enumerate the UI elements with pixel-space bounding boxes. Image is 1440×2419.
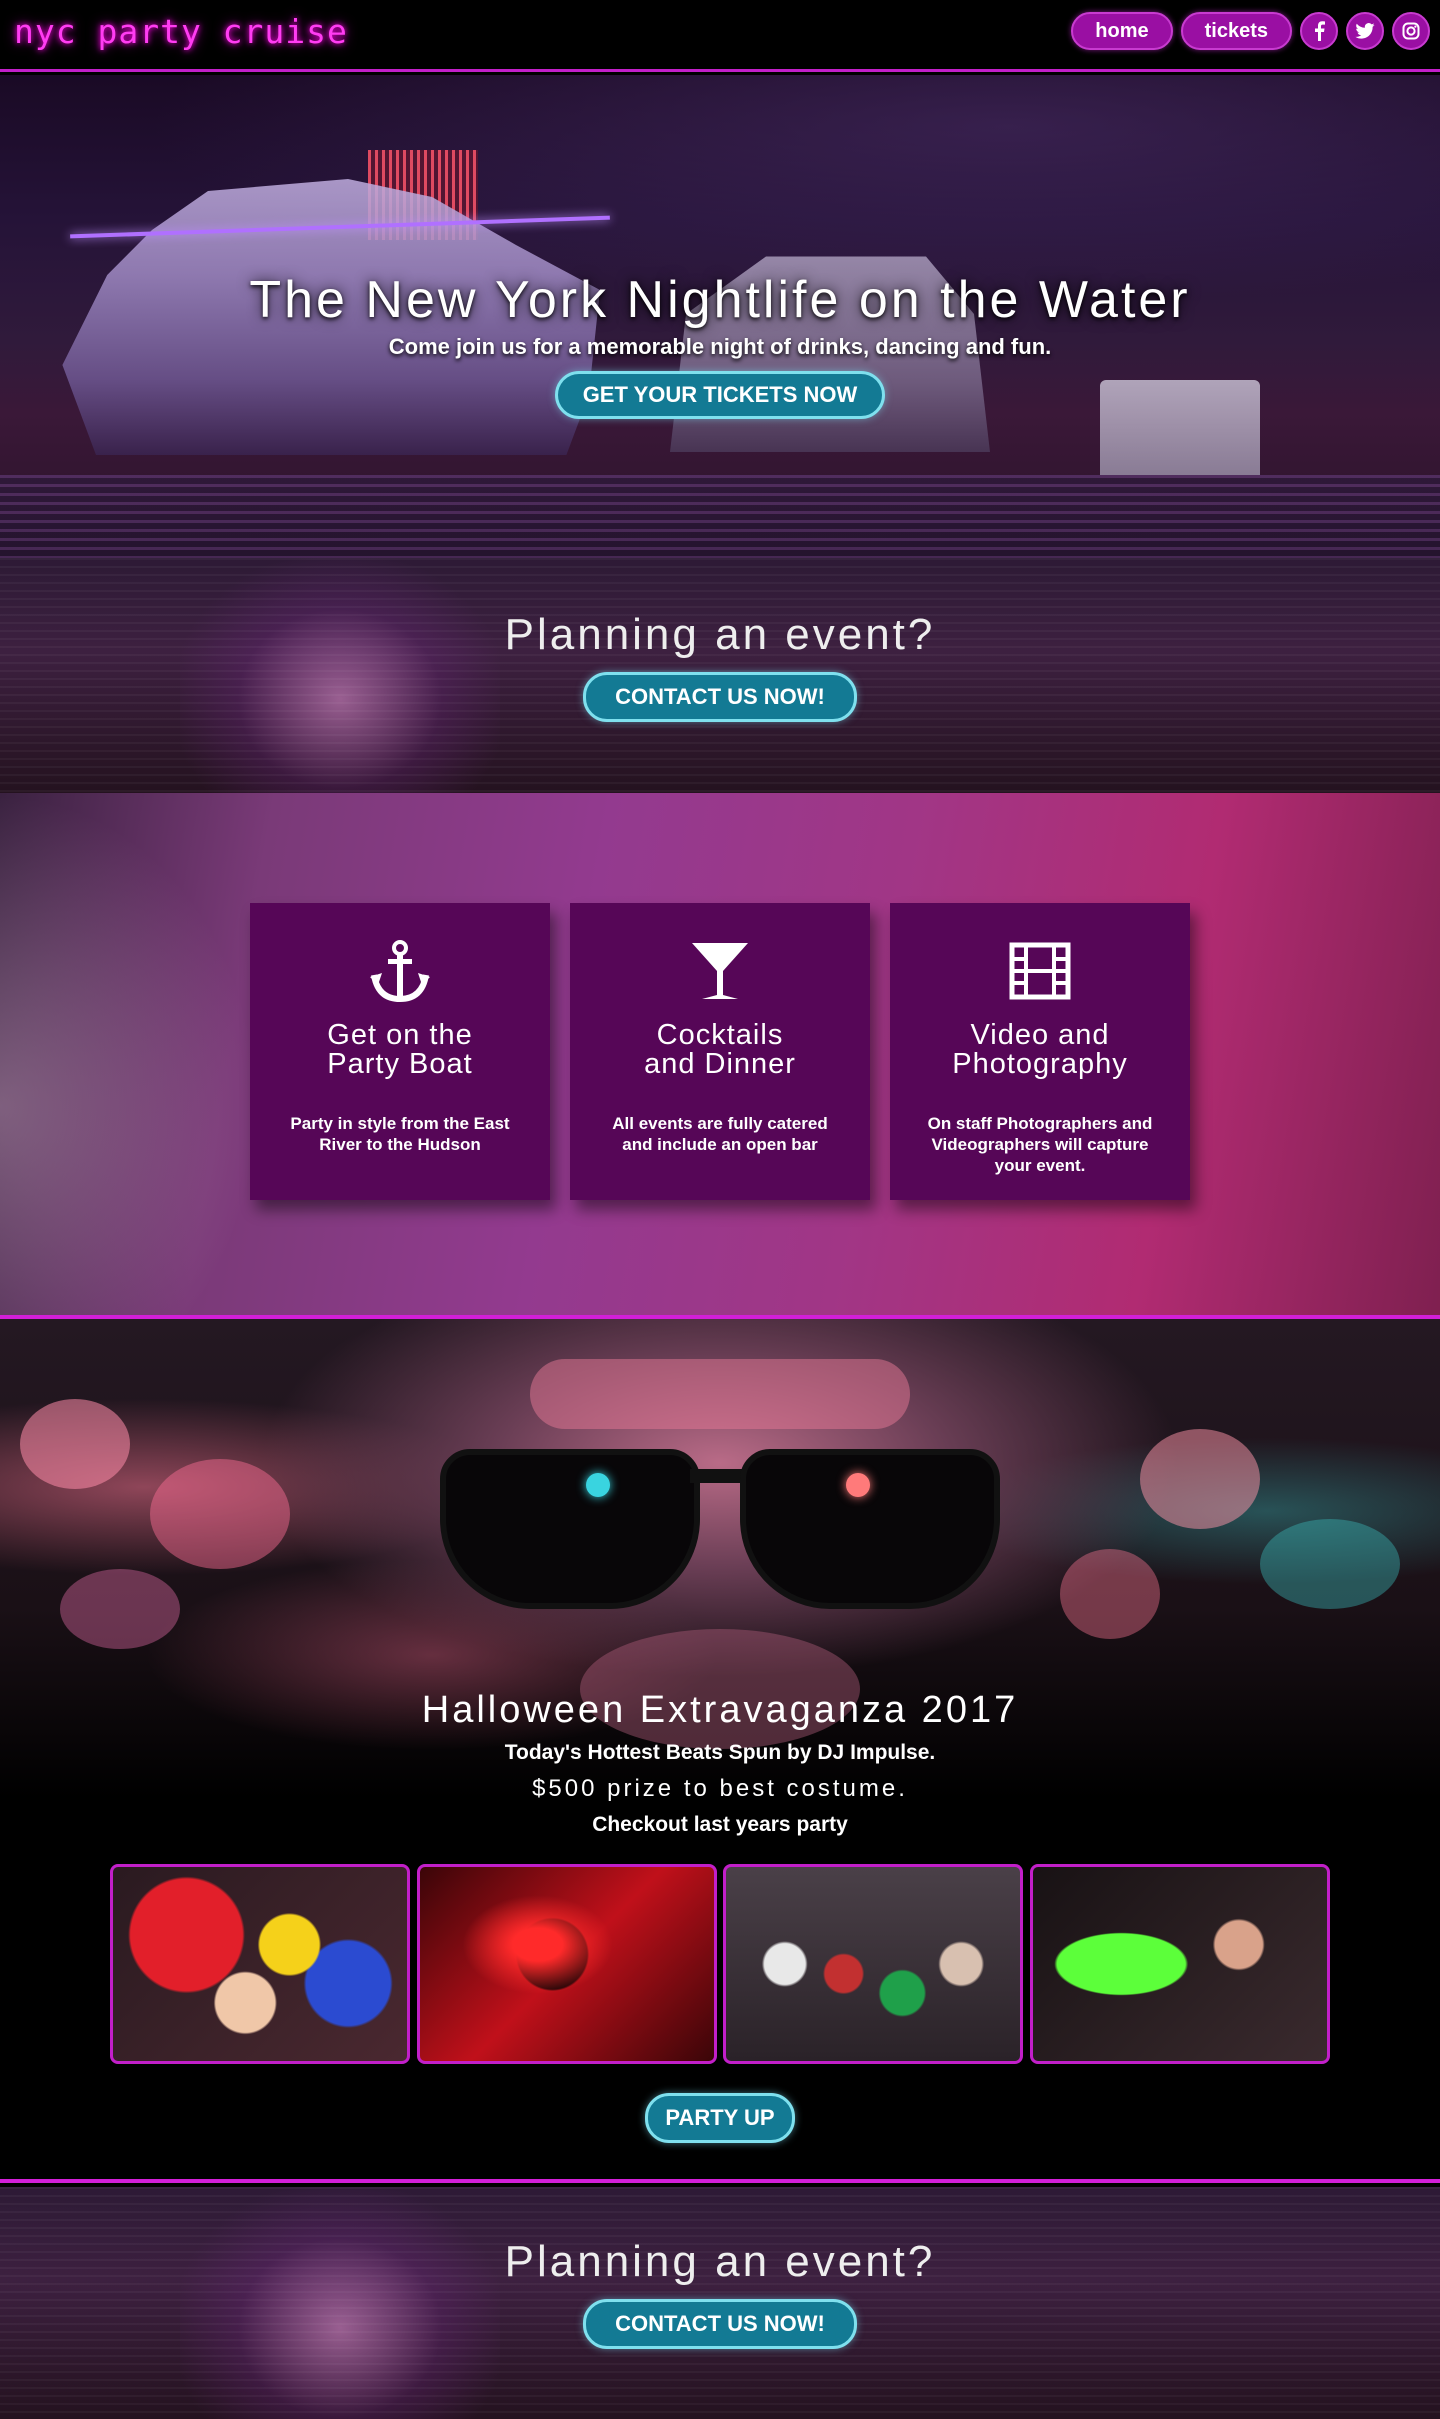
brand-logo[interactable]: nyc party cruise [14,12,348,51]
feature-card-video: Video and Photography On staff Photograp… [890,903,1190,1200]
halloween-section: Halloween Extravaganza 2017 Today's Hott… [0,1315,1440,2183]
film-icon [890,939,1190,1003]
nav-links: home tickets [1071,12,1430,50]
pattern-shape [150,1459,290,1569]
forehead-stripe [530,1359,910,1429]
contact-us-button[interactable]: CONTACT US NOW! [583,672,857,722]
halloween-title: Halloween Extravaganza 2017 [421,1689,1019,1731]
water-reflection [0,475,1440,558]
pattern-shape [1260,1519,1400,1609]
feature-card-party-boat: Get on the Party Boat Party in style fro… [250,903,550,1200]
feature-title: Get on the Party Boat [250,1021,550,1079]
hero-title: The New York Nightlife on the Water [249,271,1191,329]
planning-title: Planning an event? [504,2237,936,2286]
lens [740,1449,1000,1609]
planning-section-bottom: Planning an event? CONTACT US NOW! [0,2187,1440,2419]
hero-subtitle: Come join us for a memorable night of dr… [388,334,1052,359]
feature-title-line: Photography [952,1048,1128,1080]
twitter-icon[interactable] [1346,12,1384,50]
pattern-shape [60,1569,180,1649]
anchor-icon [250,939,550,1003]
instagram-icon[interactable] [1392,12,1430,50]
nav-tickets-link[interactable]: tickets [1180,12,1292,50]
pattern-shape [1140,1429,1260,1529]
feature-description: On staff Photographers and Videographers… [927,1114,1153,1175]
feature-title-line: and Dinner [644,1048,796,1080]
feature-title-line: Cocktails [656,1019,784,1051]
cocktail-icon [570,939,870,1003]
party-photo-3[interactable] [723,1864,1023,2064]
planning-section: Planning an event? CONTACT US NOW! [0,558,1440,793]
eye-glint [846,1473,870,1497]
feature-description: Party in style from the East River to th… [290,1114,510,1154]
contact-us-button[interactable]: CONTACT US NOW! [583,2299,857,2349]
feature-title-line: Video and [970,1019,1110,1051]
get-tickets-button[interactable]: GET YOUR TICKETS NOW [555,371,885,419]
party-photo-1[interactable] [110,1864,410,2064]
facebook-icon[interactable] [1300,12,1338,50]
prize-line: $500 prize to best costume. [532,1775,908,1802]
feature-title-line: Get on the [327,1019,473,1051]
feature-title: Video and Photography [890,1021,1190,1079]
dj-line: Today's Hottest Beats Spun by DJ Impulse… [504,1741,936,1764]
feature-card-cocktails: Cocktails and Dinner All events are full… [570,903,870,1200]
sunglasses-image [440,1449,1000,1619]
party-photo-4[interactable] [1030,1864,1330,2064]
checkout-line: Checkout last years party [592,1813,848,1836]
nav-home-link[interactable]: home [1071,12,1173,50]
feature-description: All events are fully catered and include… [612,1114,828,1154]
feature-title-line: Party Boat [327,1048,473,1080]
feature-title: Cocktails and Dinner [570,1021,870,1079]
hero-section: The New York Nightlife on the Water Come… [0,75,1440,558]
party-photo-2[interactable] [417,1864,717,2064]
features-section: Get on the Party Boat Party in style fro… [0,793,1440,1315]
pattern-shape [20,1399,130,1489]
eye-glint [586,1473,610,1497]
top-nav: nyc party cruise home tickets [0,0,1440,79]
pattern-shape [1060,1549,1160,1639]
planning-title: Planning an event? [504,610,936,659]
party-up-button[interactable]: PARTY UP [645,2093,795,2143]
lens [440,1449,700,1609]
